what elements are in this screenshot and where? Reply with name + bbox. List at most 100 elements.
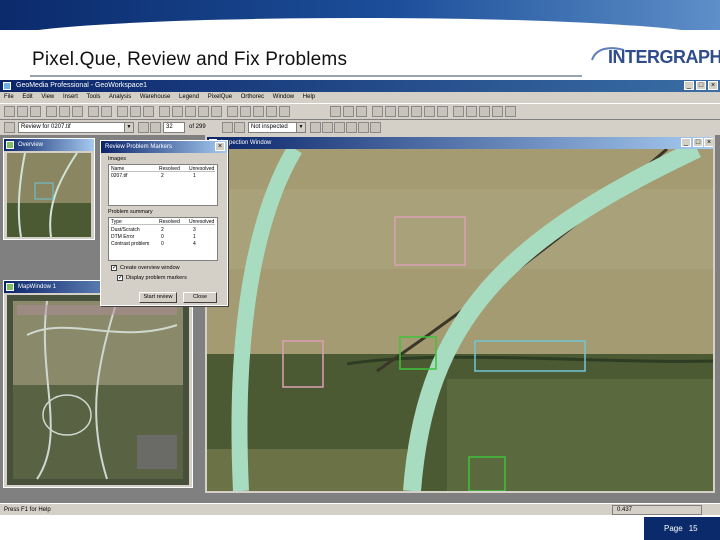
toolbar-icon[interactable] — [334, 122, 345, 133]
toolbar-icon[interactable] — [346, 122, 357, 133]
toolbar-icon[interactable] — [356, 106, 367, 117]
toolbar-icon[interactable] — [492, 106, 503, 117]
close-icon[interactable]: × — [215, 142, 225, 151]
review-image-select[interactable]: Review for 0207.tif ▼ — [18, 122, 134, 133]
toolbar-icon[interactable] — [266, 106, 277, 117]
toolbar-icon[interactable] — [279, 106, 290, 117]
toolbar-icon[interactable] — [310, 122, 321, 133]
toolbar-icon[interactable] — [4, 106, 15, 117]
menu-warehouse[interactable]: Warehouse — [140, 94, 170, 100]
start-review-button[interactable]: Start review — [139, 292, 177, 303]
toolbar-icon[interactable] — [437, 106, 448, 117]
toolbar-icon[interactable] — [88, 106, 99, 117]
review-problem-markers-dialog[interactable]: Review Problem Markers × Images Name Res… — [100, 140, 228, 306]
toolbar-icon[interactable] — [343, 106, 354, 117]
map-window-image[interactable] — [7, 295, 189, 485]
toolbar-icon[interactable] — [198, 106, 209, 117]
menu-orthorec[interactable]: Orthorec — [241, 94, 264, 100]
dropdown-arrow-icon[interactable]: ▼ — [296, 123, 305, 132]
toolbar-icon[interactable] — [466, 106, 477, 117]
toolbar-icon[interactable] — [479, 106, 490, 117]
menu-window[interactable]: Window — [273, 94, 294, 100]
minimize-icon[interactable]: _ — [681, 138, 691, 147]
create-overview-checkbox[interactable]: ✓ — [111, 265, 117, 271]
toolbar-icon[interactable] — [150, 122, 161, 133]
application-screenshot: GeoMedia Professional - GeoWorkspace1 _ … — [0, 80, 720, 515]
toolbar-icon[interactable] — [138, 122, 149, 133]
toolbar-icon[interactable] — [370, 122, 381, 133]
menu-edit[interactable]: Edit — [22, 94, 32, 100]
toolbar-icon[interactable] — [101, 106, 112, 117]
toolbar-icon[interactable] — [46, 106, 57, 117]
summary-label: Problem summary — [108, 209, 153, 215]
close-icon[interactable]: × — [704, 138, 713, 147]
maximize-icon[interactable]: □ — [696, 81, 706, 90]
table-row[interactable]: 0207.tif 2 1 — [111, 173, 215, 179]
menu-legend[interactable]: Legend — [179, 94, 199, 100]
inspection-window[interactable]: Inspection Window _ □ × — [205, 135, 715, 493]
toolbar-icon[interactable] — [424, 106, 435, 117]
toolbar-icon[interactable] — [117, 106, 128, 117]
title-rule — [30, 75, 582, 77]
page-number-value: 32 — [166, 124, 173, 130]
toolbar-icon[interactable] — [322, 122, 333, 133]
cell-resolved: 2 — [161, 227, 164, 233]
toolbar-icon[interactable] — [143, 106, 154, 117]
menu-analysis[interactable]: Analysis — [109, 94, 131, 100]
status-prompt: Press F1 for Help — [4, 507, 51, 513]
images-table[interactable]: Name Resolved Unresolved 0207.tif 2 1 — [108, 164, 218, 206]
map-window[interactable]: MapWindow 1 — [3, 280, 193, 488]
toolbar-icon[interactable] — [240, 106, 251, 117]
toolbar-icon[interactable] — [227, 106, 238, 117]
toolbar-icon[interactable] — [4, 122, 15, 133]
close-button[interactable]: Close — [183, 292, 217, 303]
menu-file[interactable]: File — [4, 94, 14, 100]
overview-window[interactable]: Overview — [3, 138, 95, 240]
overview-image[interactable] — [7, 153, 91, 237]
toolbar-icon[interactable] — [358, 122, 369, 133]
menu-tools[interactable]: Tools — [87, 94, 101, 100]
toolbar-icon[interactable] — [330, 106, 341, 117]
display-markers-checkbox[interactable]: ✓ — [117, 275, 123, 281]
toolbar-icon[interactable] — [372, 106, 383, 117]
toolbar-icon[interactable] — [253, 106, 264, 117]
table-row[interactable]: DTM Error 0 1 — [111, 234, 215, 240]
toolbar-icon[interactable] — [130, 106, 141, 117]
toolbar-icon[interactable] — [159, 106, 170, 117]
toolbar-icon[interactable] — [222, 122, 233, 133]
dropdown-arrow-icon[interactable]: ▼ — [124, 123, 133, 132]
inspection-status-select[interactable]: Not inspected ▼ — [248, 122, 306, 133]
column-header: Resolved — [159, 166, 180, 172]
toolbar-icon[interactable] — [234, 122, 245, 133]
toolbar-icon[interactable] — [59, 106, 70, 117]
toolbar-icon[interactable] — [17, 106, 28, 117]
toolbar-icon[interactable] — [185, 106, 196, 117]
maximize-icon[interactable]: □ — [693, 138, 703, 147]
minimize-icon[interactable]: _ — [684, 81, 694, 90]
overview-title-bar[interactable]: Overview — [4, 139, 94, 151]
close-icon[interactable]: × — [708, 81, 718, 90]
window-icon — [6, 141, 14, 149]
inspection-title-bar[interactable]: Inspection Window _ □ × — [207, 137, 713, 149]
toolbar-icon[interactable] — [411, 106, 422, 117]
toolbar-icon[interactable] — [211, 106, 222, 117]
toolbar-icon[interactable] — [72, 106, 83, 117]
table-row[interactable]: Dust/Scratch 2 3 — [111, 227, 215, 233]
toolbar-icon[interactable] — [398, 106, 409, 117]
toolbar-icon[interactable] — [30, 106, 41, 117]
menu-insert[interactable]: Insert — [63, 94, 78, 100]
column-header: Resolved — [159, 219, 180, 225]
menu-help[interactable]: Help — [303, 94, 315, 100]
toolbar-icon[interactable] — [172, 106, 183, 117]
summary-table[interactable]: Type Resolved Unresolved Dust/Scratch 2 … — [108, 217, 218, 261]
menu-pixelque[interactable]: PixelQue — [208, 94, 232, 100]
aerial-image[interactable] — [207, 149, 713, 491]
dialog-title-bar[interactable]: Review Problem Markers × — [101, 141, 227, 153]
toolbar-icon[interactable] — [453, 106, 464, 117]
page-number-input[interactable]: 32 — [163, 122, 185, 133]
menu-view[interactable]: View — [41, 94, 54, 100]
toolbar-icon[interactable] — [385, 106, 396, 117]
table-header: Type Resolved Unresolved — [111, 219, 215, 225]
table-row[interactable]: Contrast problem 0 4 — [111, 241, 215, 247]
toolbar-icon[interactable] — [505, 106, 516, 117]
